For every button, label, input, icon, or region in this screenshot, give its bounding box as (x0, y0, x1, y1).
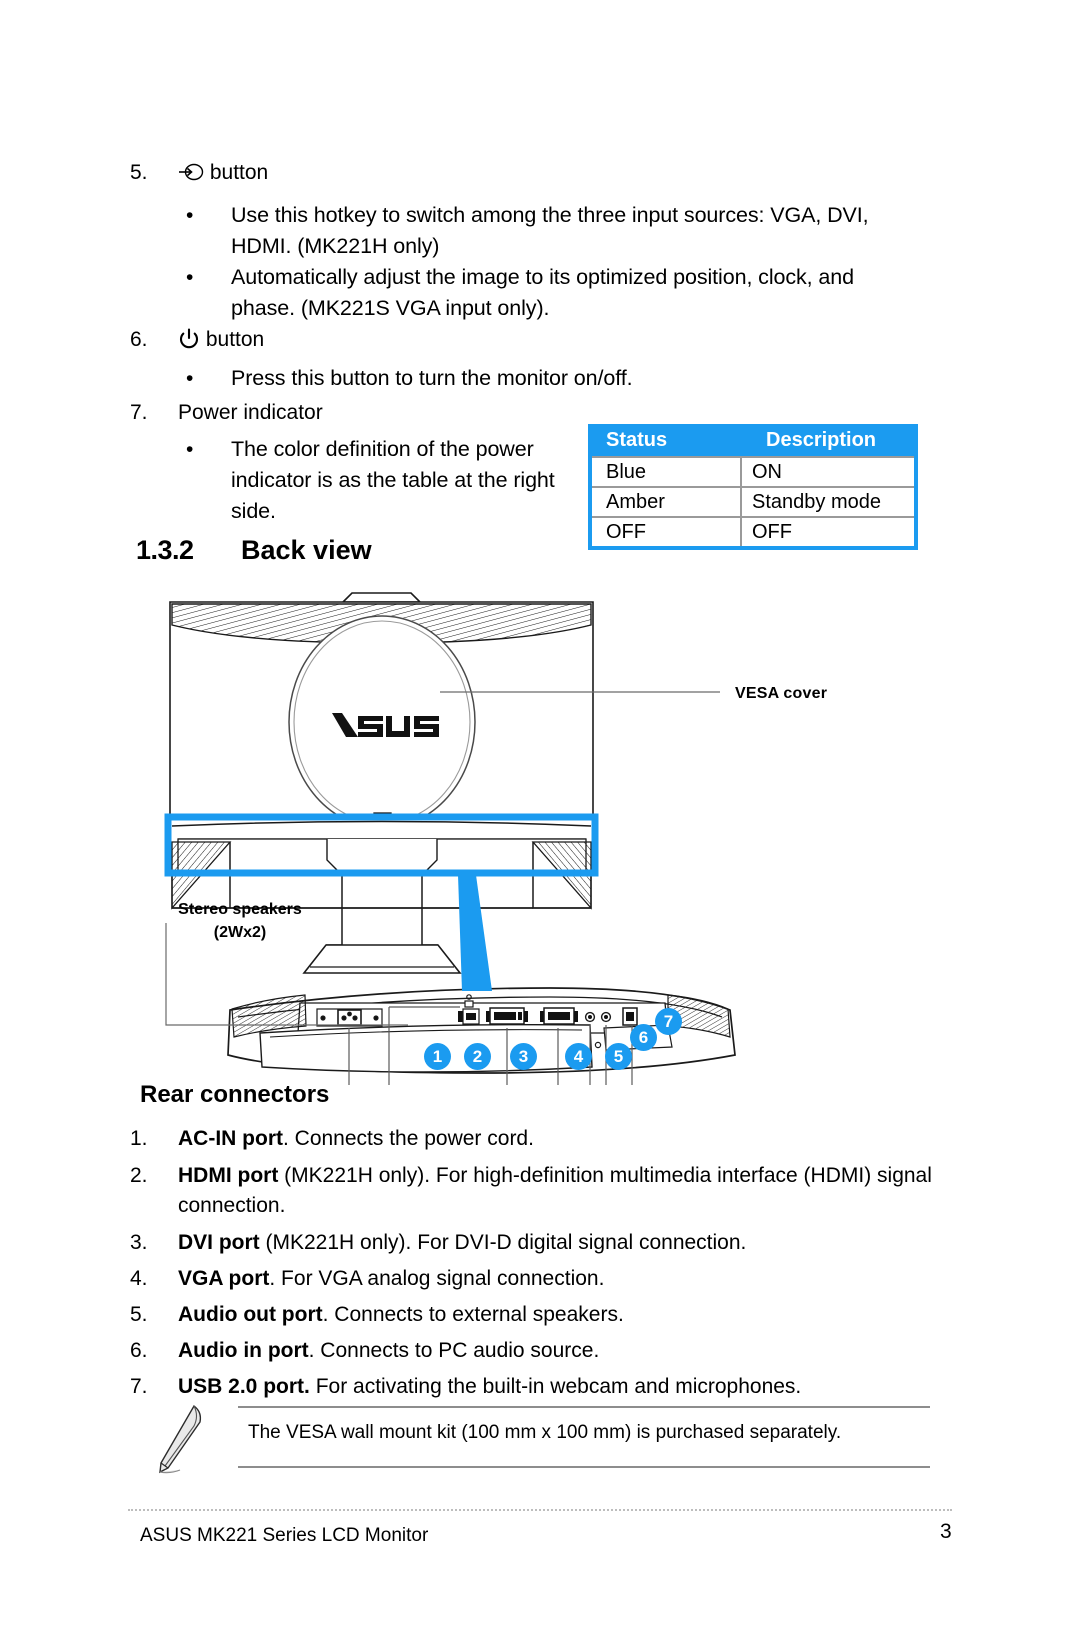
note-divider-bottom (238, 1466, 930, 1468)
callout-badge-3: 3 (510, 1043, 537, 1070)
item-5-number: 5. (130, 161, 148, 184)
section-number: 1.3.2 (136, 535, 194, 565)
connector-6-bold: Audio in port (178, 1339, 309, 1362)
connector-4-rest: . For VGA analog signal connection. (269, 1267, 605, 1290)
connector-5-text: Audio out port. Connects to external spe… (178, 1300, 624, 1330)
manual-page: 5. button • Use this hotkey to switch am… (0, 0, 1080, 1627)
bullet-dot: • (186, 438, 194, 461)
note-box: The VESA wall mount kit (100 mm x 100 mm… (130, 1400, 930, 1480)
vesa-cover-label: VESA cover (735, 685, 828, 702)
connector-1-bold: AC-IN port (178, 1127, 283, 1150)
bullet-dot: • (186, 266, 194, 289)
connector-5-number: 5. (130, 1303, 148, 1326)
connector-3-bold: DVI port (178, 1231, 260, 1254)
connector-5-bold: Audio out port (178, 1303, 323, 1326)
connector-1-text: AC-IN port. Connects the power cord. (178, 1124, 534, 1154)
connector-5-rest: . Connects to external speakers. (322, 1303, 624, 1326)
connector-item-4: 4. VGA port. For VGA analog signal conne… (130, 1264, 940, 1294)
callout-badge-6: 6 (630, 1024, 657, 1051)
cell-description: OFF (752, 520, 792, 543)
table-header-status: Status (606, 428, 668, 451)
callout-badge-2: 2 (464, 1043, 491, 1070)
bullet-5-1-text: Use this hotkey to switch among the thre… (231, 203, 869, 258)
connector-6-rest: . Connects to PC audio source. (308, 1339, 600, 1362)
rear-connectors-heading: Rear connectors (140, 1081, 330, 1108)
connector-item-5: 5. Audio out port. Connects to external … (130, 1300, 940, 1330)
item-6-heading: button (178, 325, 264, 355)
section-title: Back view (241, 535, 372, 565)
item-7-number: 7. (130, 401, 148, 424)
input-select-icon (178, 161, 204, 181)
bullet-5-1: • Use this hotkey to switch among the th… (182, 200, 902, 262)
table-row: Amber Standby mode (592, 486, 914, 516)
monitor-back-view-diagram (120, 585, 960, 1085)
power-icon (178, 328, 200, 350)
callout-badge-7: 7 (655, 1008, 682, 1035)
cell-description: ON (752, 460, 782, 483)
connector-3-number: 3. (130, 1231, 148, 1254)
stereo-speakers-label-line2: (2Wx2) (213, 924, 267, 941)
callout-badge-4: 4 (565, 1043, 592, 1070)
cell-status: Blue (592, 458, 742, 486)
stereo-speakers-label: Stereo speakers (2Wx2) (140, 898, 340, 944)
bullet-7-1: • The color definition of the power indi… (182, 434, 572, 527)
power-indicator-status-table: Status Description Blue ON Amber Standby… (588, 424, 918, 550)
connector-7-text: USB 2.0 port. For activating the built-i… (178, 1372, 801, 1402)
connector-7-rest: For activating the built-in webcam and m… (309, 1375, 802, 1398)
bullet-5-2: • Automatically adjust the image to its … (182, 262, 902, 324)
page-number: 3 (940, 1520, 952, 1543)
pencil-note-icon (150, 1400, 220, 1476)
bullet-dot: • (186, 204, 194, 227)
section-heading: 1.3.2 Back view (136, 535, 372, 566)
stereo-speakers-label-line1: Stereo speakers (178, 901, 302, 918)
connector-2-number: 2. (130, 1164, 148, 1187)
bullet-dot: • (186, 367, 194, 390)
bullet-7-1-text: The color definition of the power indica… (231, 437, 555, 523)
connector-1-rest: . Connects the power cord. (282, 1127, 534, 1150)
bullet-5-2-text: Automatically adjust the image to its op… (231, 265, 854, 320)
connector-7-number: 7. (130, 1375, 148, 1398)
note-divider-top (238, 1406, 930, 1408)
callout-badge-1: 1 (424, 1043, 451, 1070)
connector-2-text: HDMI port (MK221H only). For high-defini… (178, 1161, 938, 1221)
cell-status: OFF (592, 518, 742, 546)
item-5-heading: button (178, 158, 268, 188)
table-header-description: Description (766, 428, 877, 451)
connector-item-1: 1. AC-IN port. Connects the power cord. (130, 1124, 940, 1154)
connector-6-number: 6. (130, 1339, 148, 1362)
list-item-5: 5. button (130, 158, 268, 188)
table-row: Blue ON (592, 456, 914, 486)
connector-3-rest: (MK221H only). For DVI-D digital signal … (259, 1231, 747, 1254)
footer-title: ASUS MK221 Series LCD Monitor (140, 1525, 429, 1546)
list-item-7: 7. Power indicator (130, 398, 323, 428)
connector-2-rest: (MK221H only). For high-definition multi… (178, 1164, 932, 1217)
table-header-row: Status Description (592, 424, 914, 456)
connector-2-bold: HDMI port (178, 1164, 279, 1187)
connector-item-7: 7. USB 2.0 port. For activating the buil… (130, 1372, 940, 1402)
item-6-number: 6. (130, 328, 148, 351)
cell-description: Standby mode (752, 490, 881, 513)
connector-1-number: 1. (130, 1127, 148, 1150)
connector-item-3: 3. DVI port (MK221H only). For DVI-D dig… (130, 1228, 940, 1258)
connector-3-text: DVI port (MK221H only). For DVI-D digita… (178, 1228, 746, 1258)
connector-item-2: 2. HDMI port (MK221H only). For high-def… (130, 1161, 945, 1221)
item-6-label: button (205, 328, 265, 351)
callout-badge-5: 5 (605, 1043, 632, 1070)
item-7-label: Power indicator (178, 401, 323, 424)
list-item-6: 6. button (130, 325, 264, 355)
connector-4-text: VGA port. For VGA analog signal connecti… (178, 1264, 604, 1294)
item-5-label: button (209, 161, 269, 184)
connector-6-text: Audio in port. Connects to PC audio sour… (178, 1336, 599, 1366)
table-row: OFF OFF (592, 516, 914, 546)
note-text: The VESA wall mount kit (100 mm x 100 mm… (248, 1422, 842, 1443)
connector-4-number: 4. (130, 1267, 148, 1290)
cell-status: Amber (592, 488, 742, 516)
bullet-6-1-text: Press this button to turn the monitor on… (231, 366, 633, 390)
footer-divider (128, 1509, 952, 1511)
connector-item-6: 6. Audio in port. Connects to PC audio s… (130, 1336, 940, 1366)
connector-4-bold: VGA port (178, 1267, 270, 1290)
bullet-6-1: • Press this button to turn the monitor … (182, 363, 902, 394)
connector-7-bold: USB 2.0 port. (178, 1375, 310, 1398)
